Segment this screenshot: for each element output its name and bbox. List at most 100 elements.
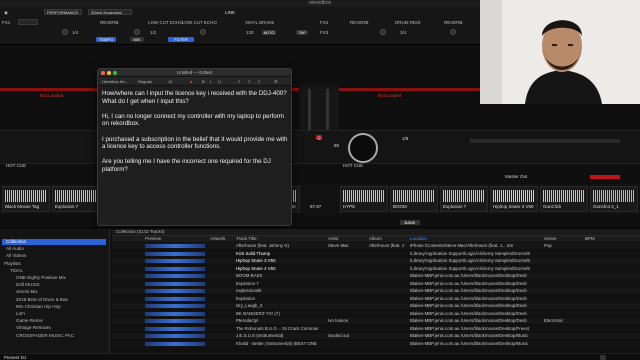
table-row[interactable]: Kick Solid Thump/Library/Application Sup… <box>112 250 640 257</box>
table-row[interactable]: Pterodactyl Ivo Ivanov Blakes-MBP.jenis.co… <box>112 318 640 324</box>
sampler-slot[interactable]: Hiphop Snare 3 V60 <box>490 186 538 212</box>
bank-button[interactable]: BANK <box>400 220 420 225</box>
font-style-dropdown[interactable]: Regular <box>138 79 152 84</box>
column-preview[interactable]: Preview <box>145 236 161 242</box>
jog-wheel[interactable] <box>348 133 378 163</box>
font-family-dropdown[interactable]: Helvetica Ne... <box>102 79 128 84</box>
fx2-knob-2[interactable] <box>450 29 456 35</box>
cell-genre: Pop <box>544 243 552 248</box>
tempo-button[interactable]: TEMPO <box>96 37 116 42</box>
column-album[interactable]: Album <box>369 236 382 242</box>
tap-button[interactable]: TAP <box>296 30 308 35</box>
sampler-slot[interactable]: Explosion 7 <box>440 186 488 212</box>
sidebar-item[interactable]: Jennis Mix <box>16 289 38 295</box>
cell-title: Kick Solid Thump <box>236 250 271 256</box>
underline-button[interactable]: U <box>218 79 221 84</box>
cell-title: Pterodactyl <box>236 318 258 323</box>
sidebar-item[interactable]: LoFi <box>16 311 25 317</box>
fx2-knob-1[interactable] <box>380 29 386 35</box>
deck-controls-row: 80 1/8 Q <box>0 130 640 164</box>
fx2-label: FX2 <box>320 20 329 25</box>
sidebar-item[interactable]: TIDAL <box>10 268 23 274</box>
table-row[interactable]: Dry_Laugh_3 Blakes-MBP.jenis.com.au /User… <box>112 303 640 309</box>
sampler-slot[interactable]: BOOM <box>390 186 438 212</box>
fx1-knob-3[interactable] <box>200 29 206 35</box>
table-row[interactable]: Khalid - Better (Instrumental) (BEST ONE… <box>112 340 640 347</box>
cell-artist: Ivo Ivanov <box>328 318 349 323</box>
layout-dropdown[interactable]: PERFORMANCE <box>44 9 82 15</box>
sidebar-item[interactable]: Drill MUSIC <box>16 282 40 288</box>
textedit-titlebar[interactable]: Untitled — Edited <box>98 69 291 77</box>
italic-button[interactable]: I <box>210 79 211 84</box>
table-row[interactable]: Explosion Blakes-MBP.jenis.com.au /Users/… <box>112 295 640 302</box>
fx1-knob-2[interactable] <box>134 29 140 35</box>
column-track-title[interactable]: Track Title <box>236 236 257 242</box>
cell-location: Blakes-MBP.jenis.com.au /Users/blackmoos… <box>410 288 527 293</box>
column-artist[interactable]: Artist <box>328 236 338 242</box>
sidebar-item[interactable]: All Audio <box>6 246 24 252</box>
sampler-slot[interactable]: Black Moose Tag <box>2 186 50 212</box>
fx1-mode-dropdown[interactable] <box>18 19 38 25</box>
link-label[interactable]: LINK <box>225 10 235 15</box>
column-artwork[interactable]: Artwork <box>210 236 225 242</box>
sidebar-item[interactable]: Game Remix <box>16 318 43 324</box>
drum-rids-label: DRUM RIDS <box>395 20 421 25</box>
table-row[interactable]: Hiphop Snare 3 V60/Library/Application S… <box>112 258 640 264</box>
column-location[interactable]: Location <box>410 236 427 242</box>
sampler-slot-label: Hiphop Snare 3 V60 <box>493 204 534 209</box>
sidebar-item[interactable]: 2019 Best of Drum & Bas <box>16 297 68 303</box>
sidebar-item[interactable]: All Videos <box>6 253 26 259</box>
table-row[interactable]: Afterhours (feat. Johnny G) Steve Mac Afte… <box>112 243 640 249</box>
cell-genre: Electronic <box>544 318 564 323</box>
bold-button[interactable]: B <box>202 79 205 84</box>
hotcue-right-label: HOT CUE <box>343 163 364 168</box>
sidebar-item[interactable]: 90s Christian Hip Hop <box>16 304 61 310</box>
align-center-icon[interactable]: ≡ <box>248 79 250 84</box>
sampler-slot[interactable]: Gunshot 2_1 <box>590 186 638 212</box>
filter-button[interactable]: FILTER <box>168 37 194 42</box>
track-browser: Collection All Audio All Videos Playlists TI… <box>0 229 640 353</box>
webcam-feed <box>480 0 640 104</box>
sampler-slot[interactable]: GunClick <box>540 186 588 212</box>
cell-title: Dry_Laugh_3 <box>236 303 263 308</box>
textedit-document[interactable]: How/where can I input the licence key i … <box>102 90 288 181</box>
sidebar-item[interactable]: Collection <box>2 239 106 245</box>
table-row[interactable]: The Robonuts B.U.G. - 15 Crack Comman Bla… <box>112 325 640 332</box>
textedit-window[interactable]: Untitled — Edited Helvetica Ne... Regula… <box>97 68 292 226</box>
column-genre[interactable]: Genre <box>544 236 557 242</box>
quantize-button[interactable]: Q <box>316 135 322 140</box>
fx1-level-knob[interactable] <box>62 29 68 35</box>
align-left-icon[interactable]: ≡ <box>238 79 240 84</box>
sidebar-item[interactable]: ONE Eighty Positive Mix <box>16 275 66 281</box>
sampler-slot[interactable]: HYPE <box>340 186 388 212</box>
font-size-dropdown[interactable]: 12 <box>168 79 172 84</box>
column-headers: Preview Artwork Track Title Artist Album… <box>112 236 640 242</box>
sampler-waveform <box>343 190 385 202</box>
text-color-swatch[interactable]: ■ <box>190 79 192 84</box>
cell-location: iPhone /Contents/Steve Mac/Afterhours (f… <box>410 243 514 248</box>
table-row[interactable]: BOOM BASS Blakes-MBP.jenis.com.au /Users/… <box>112 273 640 279</box>
line-spacing-icon[interactable]: ☰ <box>274 79 278 84</box>
table-row[interactable]: Explosion 7 Blakes-MBP.jenis.com.au /User… <box>112 280 640 287</box>
cell-title: BOOM BASS <box>236 273 263 278</box>
collection-count: Collection (3143 Tracks) <box>116 229 165 234</box>
sidebar-item[interactable]: Vintage Remixes <box>16 325 51 331</box>
align-right-icon[interactable]: ≡ <box>258 79 260 84</box>
sidebar-item[interactable]: CROSSFADER MUSIC PAC <box>16 333 74 339</box>
deck-layout-dropdown[interactable]: 2Deck Horizontal <box>88 9 132 15</box>
table-row[interactable]: Hiphop Snare 4 V60/Library/Application S… <box>112 265 640 272</box>
sampler-slot[interactable]: Explosion 7 <box>52 186 100 212</box>
mix-tab[interactable]: MIX <box>130 37 144 42</box>
preview-waveform <box>145 319 205 323</box>
sidebar-item[interactable]: Playlists <box>4 261 21 267</box>
right-deck-strip <box>470 139 620 143</box>
fullscreen-icon[interactable] <box>600 355 606 360</box>
fx1-echo2-label: LOW CUT ECHO <box>182 20 217 25</box>
auto-button[interactable]: AUTO <box>262 30 276 35</box>
table-row[interactable]: explosion44k Blakes-MBP.jenis.com.au /Use… <box>112 288 640 294</box>
browser-header: Collection (3143 Tracks) <box>112 229 640 236</box>
table-row[interactable]: J.E.S.U.S (Instrumental) Souled out Blakes… <box>112 333 640 339</box>
column-bpm[interactable]: BPM <box>585 236 595 242</box>
sampler-waveform <box>393 190 435 202</box>
table-row[interactable]: BK BANGERZ' FX! (7) Blakes-MBP.jenis.com.… <box>112 310 640 317</box>
